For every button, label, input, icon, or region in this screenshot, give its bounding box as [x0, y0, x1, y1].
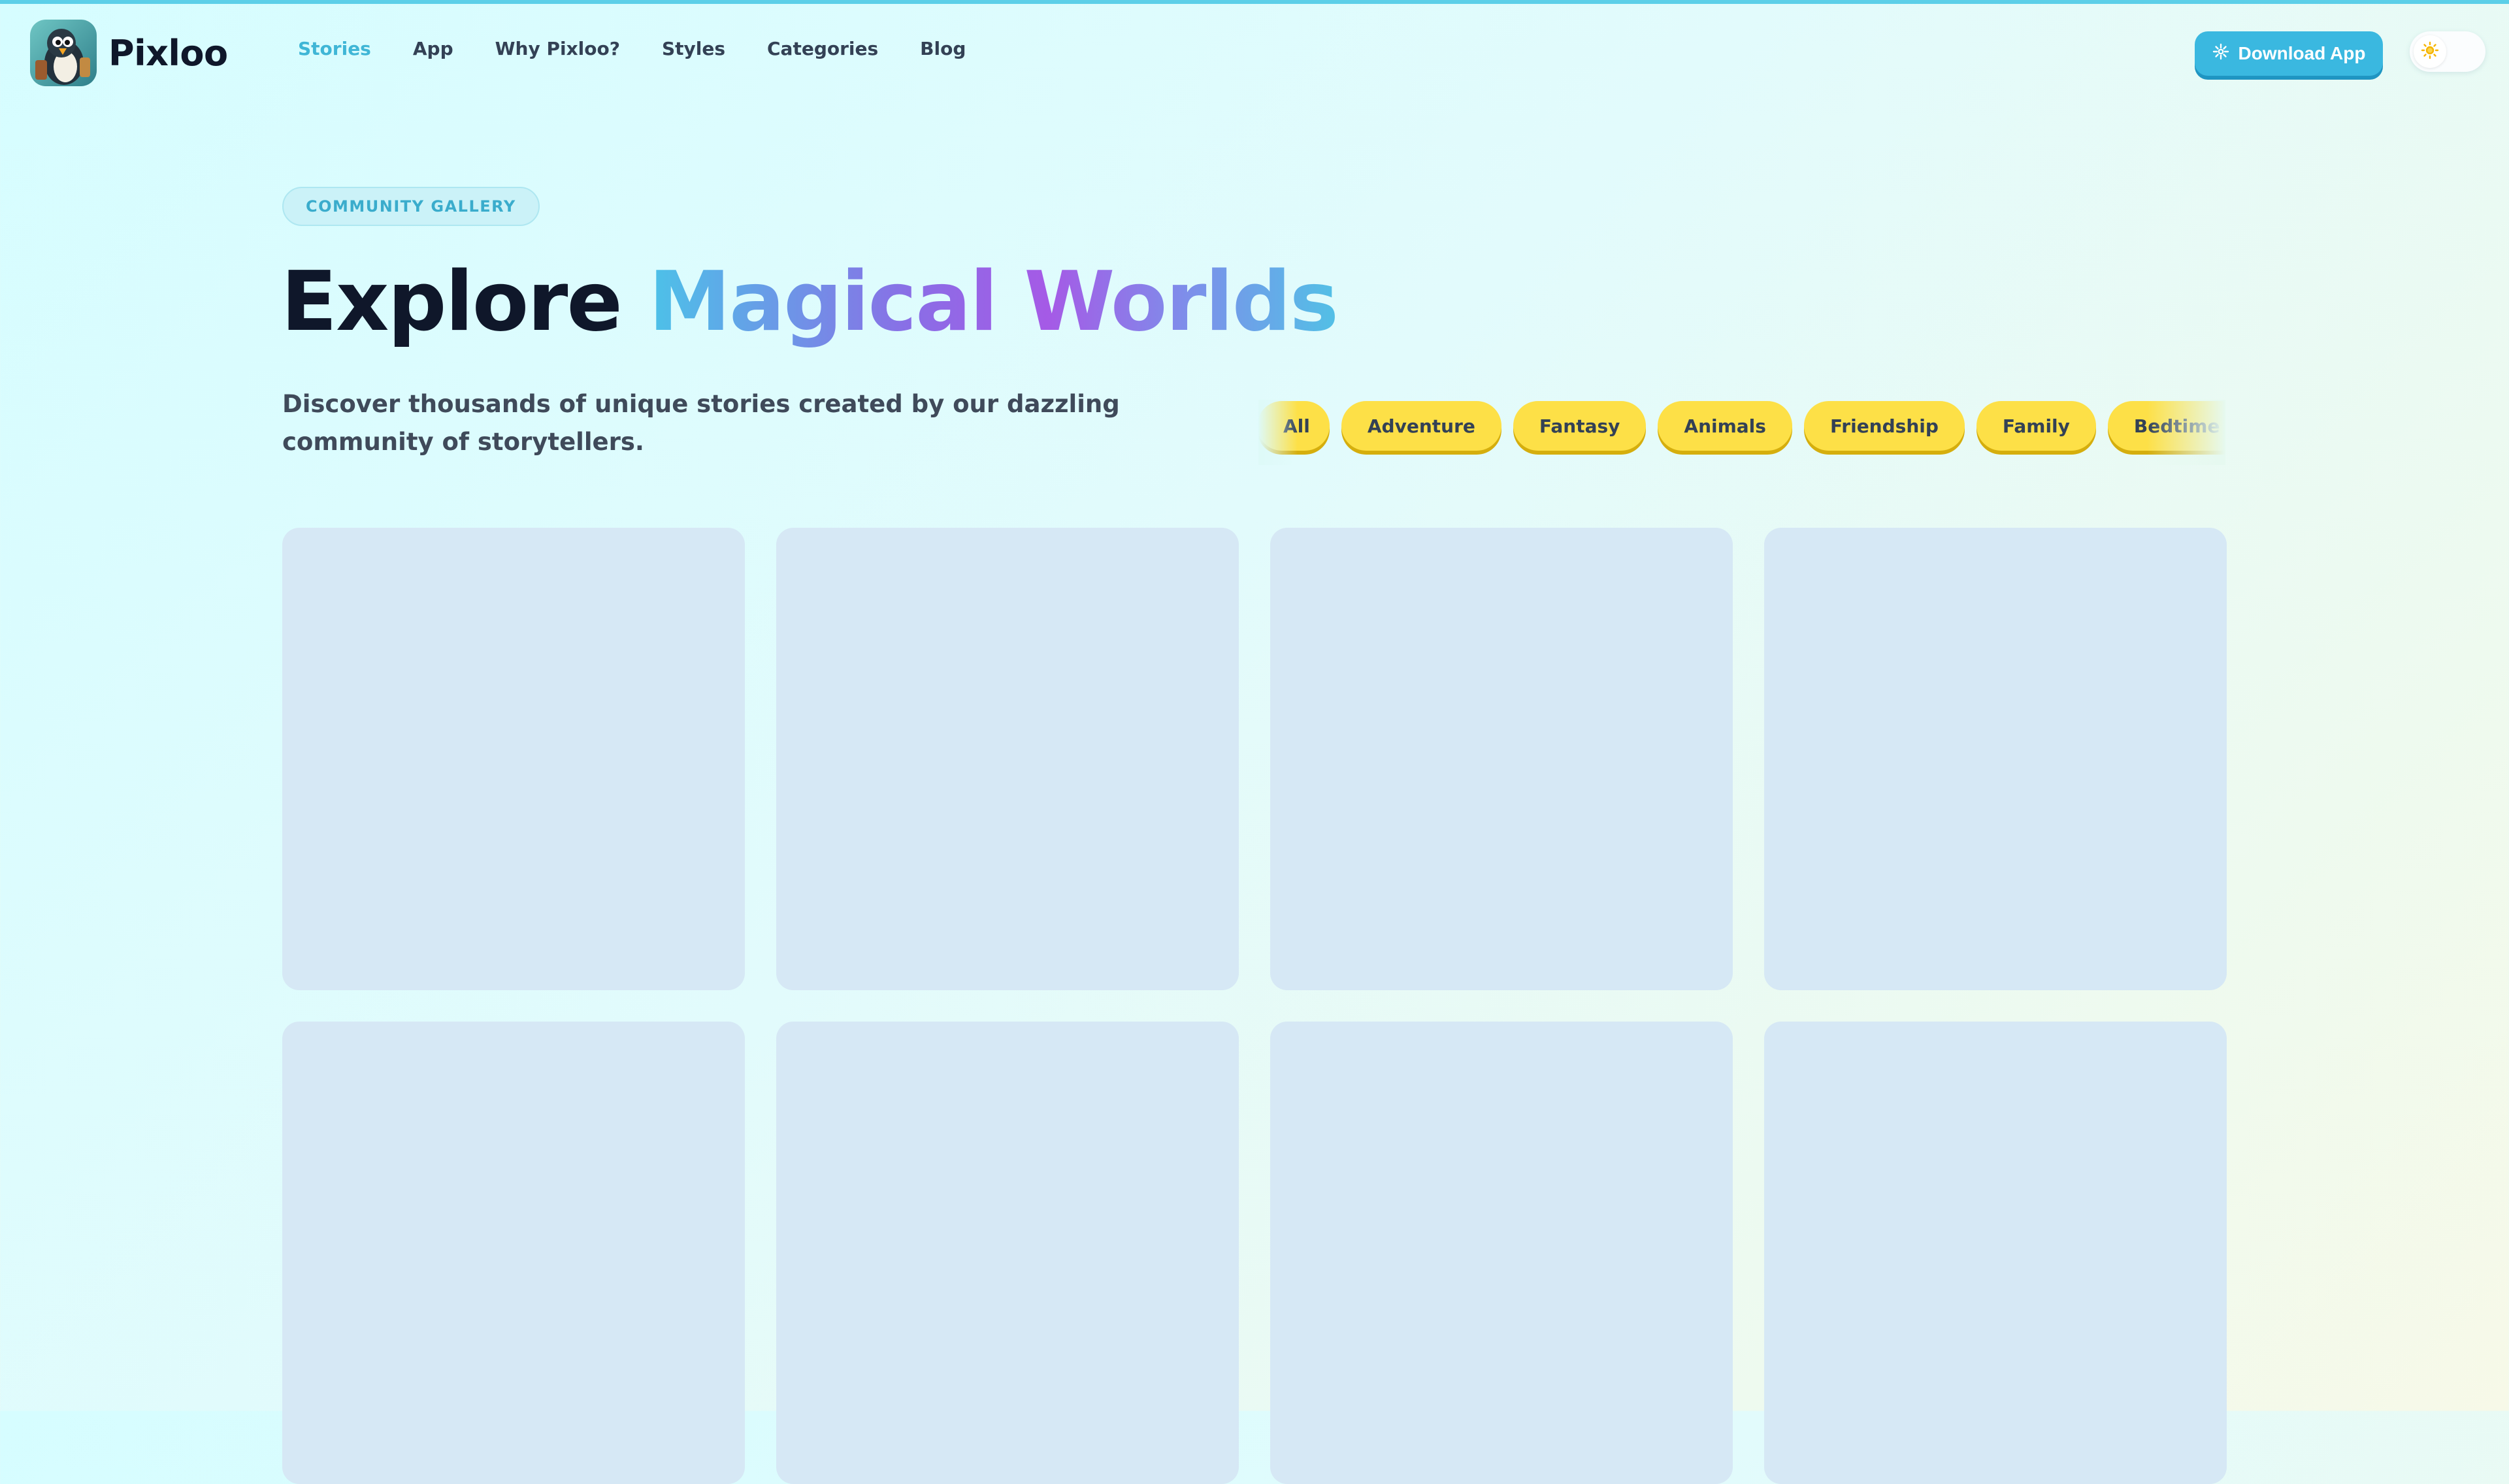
download-app-button[interactable]: Download App	[2195, 31, 2383, 76]
story-card-placeholder[interactable]	[1764, 528, 2227, 990]
nav-item-blog[interactable]: Blog	[920, 38, 966, 59]
title-highlight: Magical Worlds	[648, 253, 1339, 349]
theme-toggle-knob	[2414, 35, 2446, 68]
category-chip-family[interactable]: Family	[1976, 401, 2096, 451]
brand-name: Pixloo	[108, 32, 228, 74]
nav-item-stories[interactable]: Stories	[298, 38, 371, 59]
sparkle-icon	[2212, 43, 2229, 65]
community-gallery-badge: COMMUNITY GALLERY	[282, 187, 540, 226]
sun-icon	[2421, 41, 2439, 62]
story-card-placeholder[interactable]	[1270, 1022, 1733, 1484]
chips-fade-right	[2147, 400, 2225, 465]
nav-item-categories[interactable]: Categories	[767, 38, 878, 59]
story-card-placeholder[interactable]	[282, 1022, 745, 1484]
page-subtitle: Discover thousands of unique stories cre…	[282, 390, 1120, 456]
category-chip-friendship[interactable]: Friendship	[1803, 401, 1965, 451]
category-chip-fantasy[interactable]: Fantasy	[1513, 401, 1647, 451]
category-chip-animals[interactable]: Animals	[1658, 401, 1792, 451]
category-filter-bar: All Adventure Fantasy Animals Friendship…	[1258, 400, 2225, 465]
theme-toggle[interactable]	[2410, 31, 2485, 72]
story-card-placeholder[interactable]	[776, 528, 1239, 990]
story-card-placeholder[interactable]	[282, 528, 745, 990]
nav-item-styles[interactable]: Styles	[662, 38, 725, 59]
top-accent-line	[0, 0, 2509, 4]
download-app-label: Download App	[2238, 43, 2366, 63]
title-plain: Explore	[281, 253, 649, 349]
story-card-placeholder[interactable]	[1764, 1022, 2227, 1484]
story-card-placeholder[interactable]	[776, 1022, 1239, 1484]
brand-logo[interactable]: Pixloo	[30, 20, 228, 86]
page-title: Explore Magical Worlds	[281, 253, 1339, 349]
category-chip-adventure[interactable]: Adventure	[1341, 401, 1501, 451]
main-nav: Stories App Why Pixloo? Styles Categorie…	[298, 38, 966, 59]
chips-fade-left	[1258, 400, 1298, 465]
story-card-placeholder[interactable]	[1270, 528, 1733, 990]
penguin-mascot-icon	[30, 20, 97, 86]
nav-item-app[interactable]: App	[413, 38, 453, 59]
nav-item-why-pixloo[interactable]: Why Pixloo?	[495, 38, 620, 59]
